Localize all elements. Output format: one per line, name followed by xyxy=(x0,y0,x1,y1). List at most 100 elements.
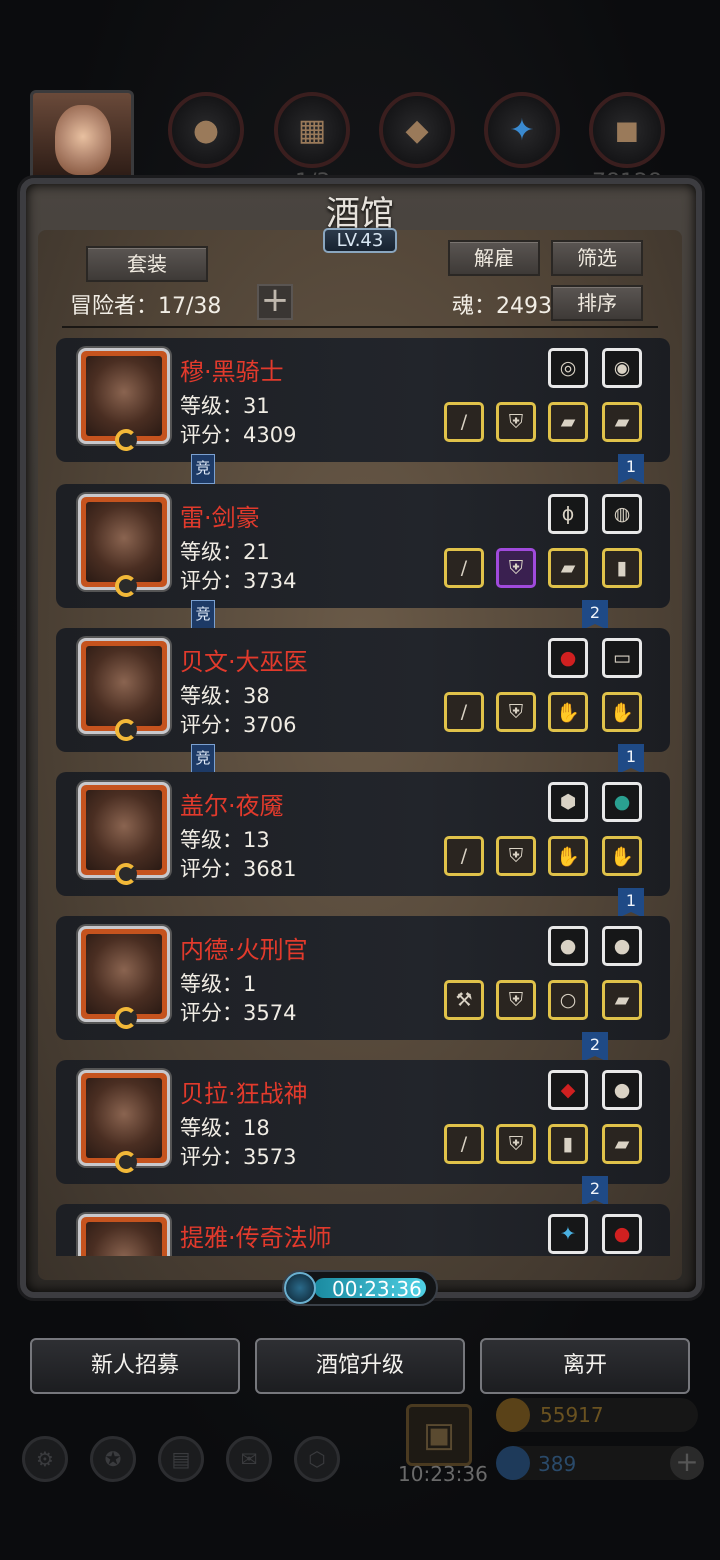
armor-slot[interactable]: ⛨ xyxy=(496,836,536,876)
shop-icon[interactable]: ⬡ xyxy=(294,1436,340,1482)
tavern-screen: ● ▦ ◆ ✦ ◼ 1/3 78128 ⚙ ✪ ▤ ✉ ⬡ ▣ 10:23:36… xyxy=(0,0,720,1560)
hero-card[interactable]: 穆·黑骑士 等级：31 评分：4309 ◎ ◉ / ⛨ ▰ ▰ xyxy=(56,338,670,462)
gold-icon xyxy=(496,1398,530,1432)
sort-button[interactable]: 排序 xyxy=(551,285,643,321)
armor-slot[interactable]: ⛨ xyxy=(496,1124,536,1164)
armor-slot[interactable]: ⛨ xyxy=(496,402,536,442)
steel-resource-icon[interactable]: ◼ xyxy=(589,92,665,168)
hero-score: 评分：3681 xyxy=(180,857,297,881)
accessory-slot[interactable]: ● xyxy=(602,782,642,822)
divider xyxy=(62,326,658,328)
dismiss-button[interactable]: 解雇 xyxy=(448,240,540,276)
iron-resource-icon[interactable]: ◆ xyxy=(379,92,455,168)
moon-icon xyxy=(115,1007,137,1029)
armor-slot[interactable]: ⛨ xyxy=(496,548,536,588)
hero-portrait[interactable] xyxy=(78,348,170,451)
hero-portrait[interactable] xyxy=(78,926,170,1029)
soul-count: 魂：2493 xyxy=(452,294,552,319)
rank-tag: 1 xyxy=(618,744,644,774)
boots-slot[interactable]: ▰ xyxy=(548,402,588,442)
hero-score: 评分：4309 xyxy=(180,423,297,447)
upgrade-tavern-button[interactable]: 酒馆升级 xyxy=(255,1338,465,1394)
hero-level: 等级：31 xyxy=(180,394,270,418)
accessory-slot[interactable]: ● xyxy=(602,926,642,966)
player-avatar[interactable] xyxy=(30,90,134,184)
add-slot-button[interactable]: + xyxy=(257,283,293,320)
hero-name: 雷·剑豪 xyxy=(180,504,260,532)
accessory-slot[interactable]: ϕ xyxy=(548,494,588,534)
hero-name: 内德·火刑官 xyxy=(180,936,308,964)
hero-card[interactable]: 盖尔·夜魇 等级：13 评分：3681 ⬢ ● / ⛨ ✋ ✋ xyxy=(56,772,670,896)
hero-card[interactable]: 雷·剑豪 等级：21 评分：3734 ϕ ◍ / ⛨ ▰ ▮ xyxy=(56,484,670,608)
hero-name: 穆·黑骑士 xyxy=(180,358,284,386)
achievement-icon[interactable]: ✪ xyxy=(90,1436,136,1482)
mail-icon[interactable]: ✉ xyxy=(226,1436,272,1482)
armor-slot[interactable]: ⛨ xyxy=(496,692,536,732)
book-icon[interactable]: ▤ xyxy=(158,1436,204,1482)
gloves-slot[interactable]: ▮ xyxy=(602,548,642,588)
hero-portrait[interactable] xyxy=(78,638,170,741)
wood-resource-icon[interactable]: ▦ xyxy=(274,92,350,168)
hero-card[interactable]: 提雅·传奇法师 ✦ ● xyxy=(56,1204,670,1256)
gloves-slot[interactable]: ✋ xyxy=(602,692,642,732)
accessory-slot[interactable]: ● xyxy=(548,638,588,678)
outfit-button[interactable]: 套装 xyxy=(86,246,208,282)
hero-portrait[interactable] xyxy=(78,1070,170,1173)
hero-card[interactable]: 贝文·大巫医 等级：38 评分：3706 ● ▭ / ⛨ ✋ ✋ xyxy=(56,628,670,752)
settings-icon[interactable]: ⚙ xyxy=(22,1436,68,1482)
boots-slot[interactable]: ▰ xyxy=(548,548,588,588)
hero-name: 盖尔·夜魇 xyxy=(180,792,284,820)
hero-portrait[interactable] xyxy=(78,494,170,597)
accessory-slot[interactable]: ◆ xyxy=(548,1070,588,1110)
boots-slot[interactable]: ✋ xyxy=(548,692,588,732)
weapon-slot[interactable]: / xyxy=(444,402,484,442)
accessory-slot[interactable]: ⬢ xyxy=(548,782,588,822)
clock-icon xyxy=(284,1272,316,1304)
accessory-slot[interactable]: ✦ xyxy=(548,1214,588,1254)
crystal-resource-icon[interactable]: ✦ xyxy=(484,92,560,168)
rank-tag: 1 xyxy=(618,888,644,918)
accessory-slot[interactable]: ◍ xyxy=(602,494,642,534)
recruit-button[interactable]: 新人招募 xyxy=(30,1338,240,1394)
gift-timer: 10:23:36 xyxy=(398,1462,488,1486)
hero-level: 等级：18 xyxy=(180,1116,270,1140)
hero-portrait[interactable] xyxy=(78,782,170,885)
leave-button[interactable]: 离开 xyxy=(480,1338,690,1394)
weapon-slot[interactable]: ⚒ xyxy=(444,980,484,1020)
hero-list[interactable]: 穆·黑骑士 等级：31 评分：4309 ◎ ◉ / ⛨ ▰ ▰ 竞 1 雷·剑豪… xyxy=(56,338,670,1256)
adventurer-count: 冒险者：17/38 xyxy=(70,294,222,319)
hero-card[interactable]: 贝拉·狂战神 等级：18 评分：3573 ◆ ● / ⛨ ▮ ▰ xyxy=(56,1060,670,1184)
armor-slot[interactable]: ⛨ xyxy=(496,980,536,1020)
weapon-slot[interactable]: / xyxy=(444,548,484,588)
moon-icon xyxy=(115,1151,137,1173)
meat-resource-icon[interactable]: ● xyxy=(168,92,244,168)
gloves-slot[interactable]: ✋ xyxy=(602,836,642,876)
accessory-slot[interactable]: ● xyxy=(602,1214,642,1254)
gift-icon[interactable]: ▣ xyxy=(406,1404,472,1466)
hero-name: 贝文·大巫医 xyxy=(180,648,308,676)
filter-button[interactable]: 筛选 xyxy=(551,240,643,276)
gloves-slot[interactable]: ▰ xyxy=(602,1124,642,1164)
hero-score: 评分：3706 xyxy=(180,713,297,737)
competition-badge: 竞 xyxy=(191,600,215,630)
gloves-slot[interactable]: ▰ xyxy=(602,402,642,442)
accessory-slot[interactable]: ◉ xyxy=(602,348,642,388)
accessory-slot[interactable]: ● xyxy=(548,926,588,966)
cloak-slot[interactable]: ▮ xyxy=(548,1124,588,1164)
moon-icon xyxy=(115,719,137,741)
accessory-slot[interactable]: ● xyxy=(602,1070,642,1110)
boots-slot[interactable]: ✋ xyxy=(548,836,588,876)
gloves-slot[interactable]: ▰ xyxy=(602,980,642,1020)
accessory-slot[interactable]: ◎ xyxy=(548,348,588,388)
accessory-slot[interactable]: ▭ xyxy=(602,638,642,678)
hero-score: 评分：3573 xyxy=(180,1145,297,1169)
weapon-slot[interactable]: / xyxy=(444,692,484,732)
refresh-timer: 00:23:36 xyxy=(282,1270,438,1306)
ring-slot[interactable]: ○ xyxy=(548,980,588,1020)
hero-card[interactable]: 内德·火刑官 等级：1 评分：3574 ● ● ⚒ ⛨ ○ ▰ xyxy=(56,916,670,1040)
weapon-slot[interactable]: / xyxy=(444,1124,484,1164)
hero-portrait[interactable] xyxy=(78,1214,170,1256)
hero-score: 评分：3734 xyxy=(180,569,297,593)
add-gem-icon[interactable]: + xyxy=(670,1446,704,1480)
weapon-slot[interactable]: / xyxy=(444,836,484,876)
